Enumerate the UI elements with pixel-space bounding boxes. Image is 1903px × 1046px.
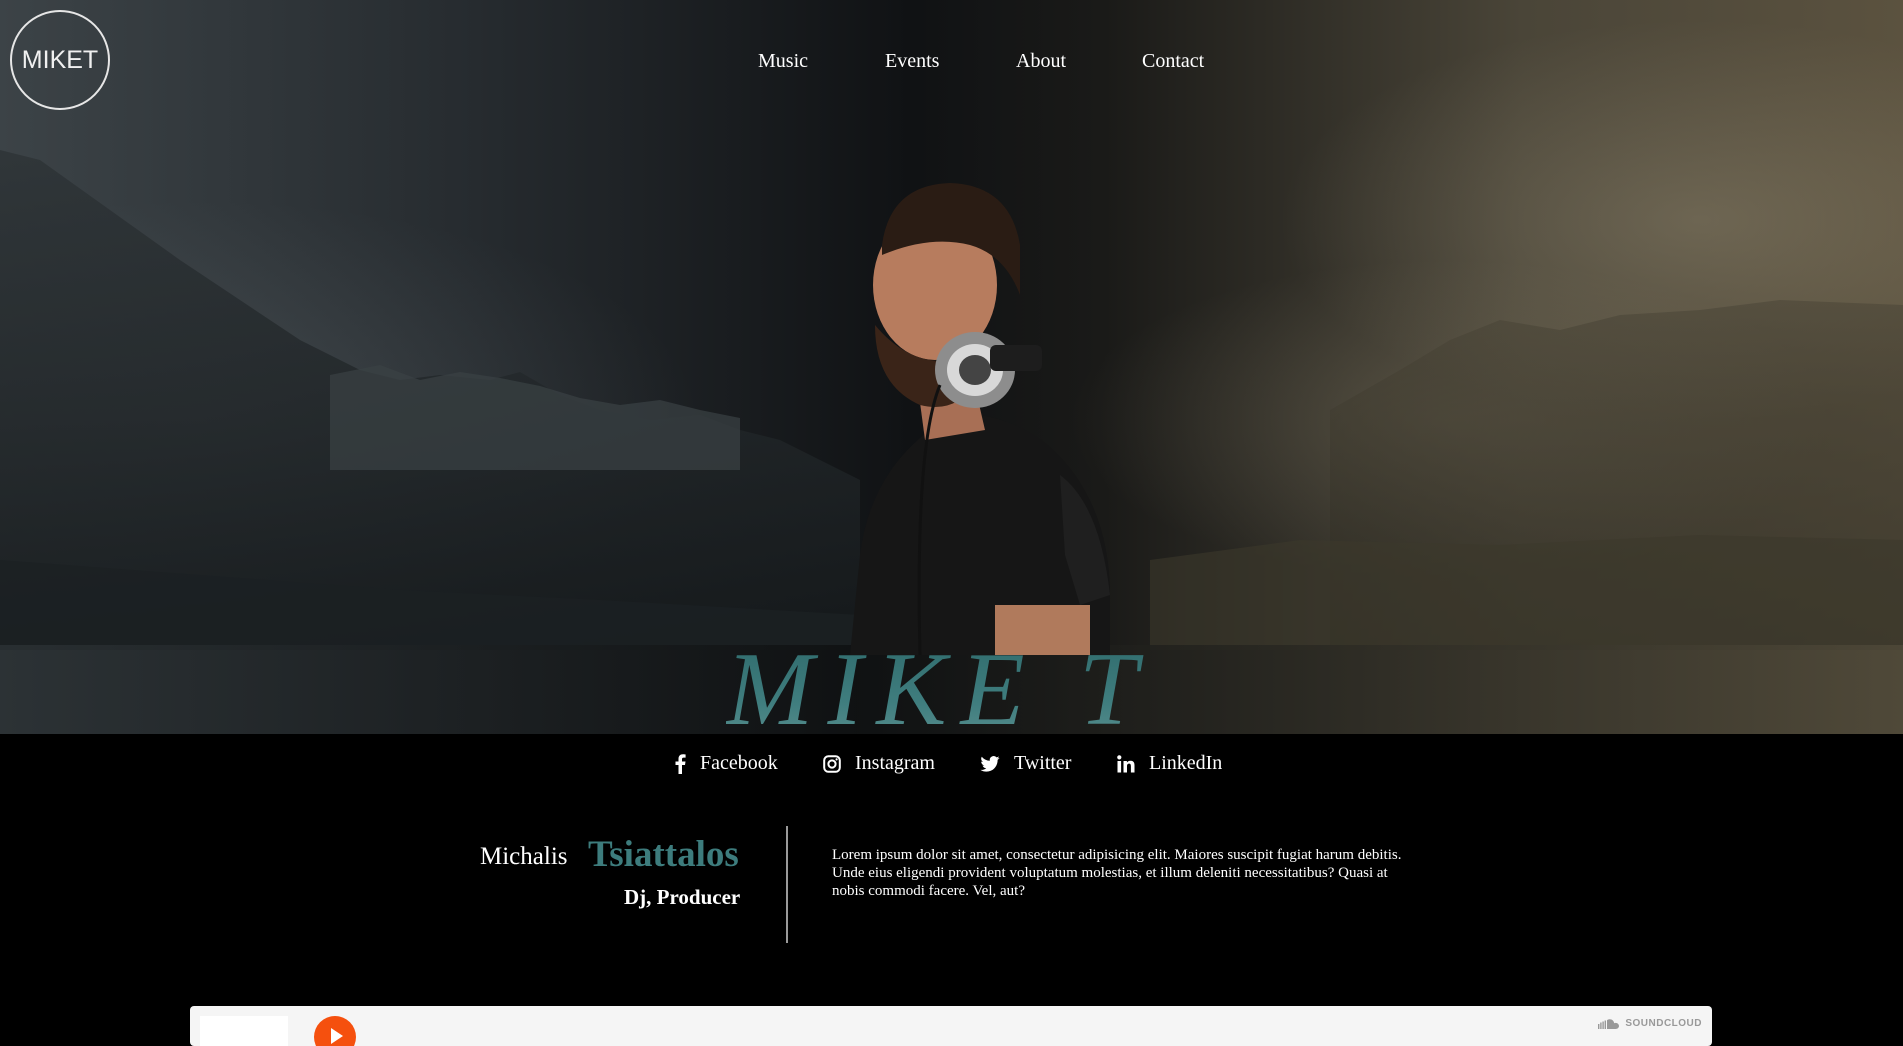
soundcloud-player[interactable]: SOUNDCLOUD — [190, 1006, 1712, 1046]
bio-text: Lorem ipsum dolor sit amet, consectetur … — [832, 847, 1402, 899]
social-link-instagram[interactable]: Instagram — [823, 752, 935, 775]
linkedin-icon — [1117, 754, 1135, 772]
nav-item-events[interactable]: Events — [885, 50, 939, 73]
social-links: Facebook Instagram Twitter LinkedIn — [0, 752, 1903, 780]
social-label: Twitter — [1014, 752, 1072, 774]
twitter-icon — [980, 755, 1000, 772]
site-logo[interactable]: MIKET — [10, 10, 110, 110]
hero-section: MIKET Music Events About Contact MIKE T — [0, 0, 1903, 734]
social-label: LinkedIn — [1149, 752, 1223, 774]
soundcloud-label: SOUNDCLOUD — [1625, 1018, 1702, 1029]
social-link-linkedin[interactable]: LinkedIn — [1117, 752, 1222, 775]
bio-role: Dj, Producer — [624, 885, 741, 909]
instagram-icon — [823, 754, 841, 773]
social-link-facebook[interactable]: Facebook — [674, 752, 778, 775]
play-icon — [331, 1028, 343, 1044]
nav-item-music[interactable]: Music — [758, 50, 808, 73]
facebook-icon — [675, 753, 686, 774]
track-artwork[interactable] — [200, 1016, 288, 1046]
play-button[interactable] — [314, 1016, 356, 1046]
soundcloud-icon — [1598, 1018, 1620, 1029]
soundcloud-brand[interactable]: SOUNDCLOUD — [1598, 1018, 1702, 1029]
dj-portrait — [850, 183, 1110, 655]
bio-last-name: Tsiattalos — [588, 834, 739, 875]
bio-divider — [786, 826, 788, 943]
hero-stage-name: MIKE T — [726, 636, 1206, 734]
social-label: Facebook — [700, 752, 778, 774]
social-label: Instagram — [855, 752, 935, 774]
social-link-twitter[interactable]: Twitter — [980, 752, 1071, 775]
bio-first-name: Michalis — [480, 843, 568, 870]
nav-item-contact[interactable]: Contact — [1142, 50, 1204, 73]
nav-item-about[interactable]: About — [1016, 50, 1066, 73]
